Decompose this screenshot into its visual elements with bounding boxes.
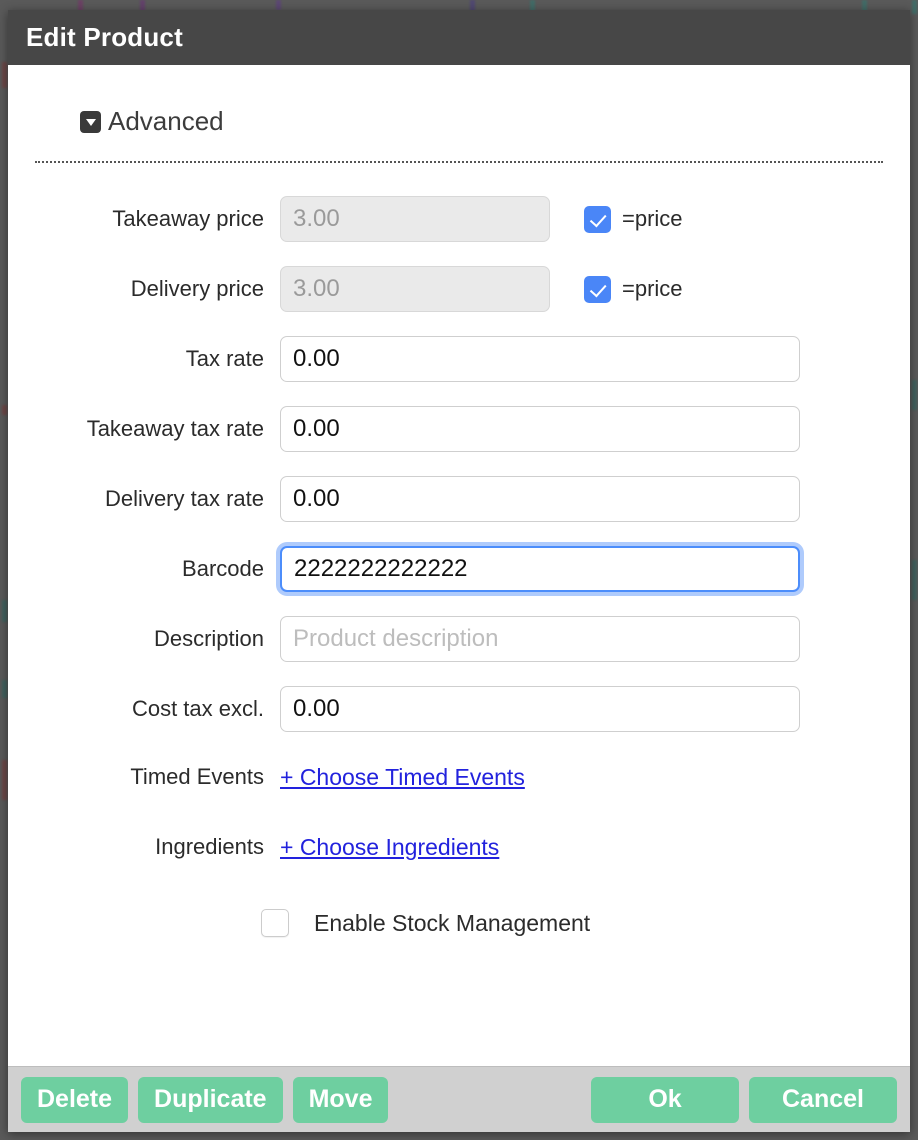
checkbox-checked-icon[interactable] xyxy=(584,205,611,233)
dialog-footer: Delete Duplicate Move Ok Cancel xyxy=(8,1066,910,1132)
duplicate-button[interactable]: Duplicate xyxy=(138,1076,283,1123)
form-row-tax-rate: Tax rate xyxy=(8,335,910,383)
takeaway-equals-price-checkbox[interactable]: =price xyxy=(584,205,683,233)
takeaway-tax-rate-input[interactable] xyxy=(280,406,800,452)
label-cost-tax-excl: Cost tax excl. xyxy=(131,696,264,721)
footer-primary-actions: Ok Cancel xyxy=(591,1076,897,1123)
edit-product-dialog: Edit Product Advanced Takeaway price =pr… xyxy=(8,10,910,1132)
dialog-titlebar: Edit Product xyxy=(8,10,910,65)
backdrop-streak xyxy=(912,560,917,600)
backdrop-streak xyxy=(2,600,7,622)
delivery-price-input[interactable] xyxy=(280,266,550,312)
dialog-title: Edit Product xyxy=(26,22,183,52)
enable-stock-management-checkbox[interactable] xyxy=(261,909,289,937)
takeaway-price-input[interactable] xyxy=(280,196,550,242)
delivery-equals-price-checkbox[interactable]: =price xyxy=(584,275,683,303)
backdrop-streak xyxy=(276,0,281,10)
form-row-takeaway-price: Takeaway price =price xyxy=(8,195,910,243)
backdrop-streak xyxy=(2,405,7,415)
enable-stock-management-label: Enable Stock Management xyxy=(314,909,591,936)
form-row-barcode: Barcode xyxy=(8,545,910,593)
advanced-section-label: Advanced xyxy=(108,106,224,136)
label-ingredients: Ingredients xyxy=(155,834,264,859)
delivery-tax-rate-input[interactable] xyxy=(280,476,800,522)
form-row-ingredients: Ingredients + Choose Ingredients xyxy=(8,825,910,869)
tax-rate-input[interactable] xyxy=(280,336,800,382)
label-delivery-tax-rate: Delivery tax rate xyxy=(105,486,264,511)
label-timed-events: Timed Events xyxy=(130,764,264,789)
backdrop-streak xyxy=(912,0,917,14)
cancel-button[interactable]: Cancel xyxy=(749,1076,897,1123)
cost-tax-excl-input[interactable] xyxy=(280,686,800,732)
takeaway-equals-price-label: =price xyxy=(622,206,683,231)
delete-button[interactable]: Delete xyxy=(21,1076,129,1123)
caret-down-icon[interactable] xyxy=(80,110,101,133)
backdrop-streak xyxy=(2,62,7,88)
section-divider xyxy=(35,161,883,163)
form-row-cost-tax-excl: Cost tax excl. xyxy=(8,685,910,733)
choose-ingredients-link[interactable]: + Choose Ingredients xyxy=(280,834,499,861)
barcode-input[interactable] xyxy=(280,546,800,592)
backdrop-streak xyxy=(2,680,7,698)
dialog-body: Advanced Takeaway price =price Delivery … xyxy=(8,65,910,1066)
label-tax-rate: Tax rate xyxy=(185,346,264,371)
label-barcode: Barcode xyxy=(182,556,264,581)
backdrop-streak xyxy=(2,760,7,800)
form-row-delivery-price: Delivery price =price xyxy=(8,265,910,313)
choose-timed-events-link[interactable]: + Choose Timed Events xyxy=(280,764,525,791)
form-row-takeaway-tax-rate: Takeaway tax rate xyxy=(8,405,910,453)
form-row-enable-stock-management: Enable Stock Management xyxy=(8,901,910,945)
checkbox-checked-icon[interactable] xyxy=(584,275,611,303)
backdrop-streak xyxy=(912,380,917,410)
move-button[interactable]: Move xyxy=(292,1076,389,1123)
label-delivery-price: Delivery price xyxy=(130,276,264,301)
form-row-description: Description xyxy=(8,615,910,663)
delivery-equals-price-label: =price xyxy=(622,276,683,301)
advanced-section-toggle[interactable]: Advanced xyxy=(80,106,910,137)
label-description: Description xyxy=(153,626,264,651)
form-row-delivery-tax-rate: Delivery tax rate xyxy=(8,475,910,523)
description-input[interactable] xyxy=(280,616,800,662)
label-takeaway-price: Takeaway price xyxy=(112,206,264,231)
form-row-timed-events: Timed Events + Choose Timed Events xyxy=(8,755,910,799)
ok-button[interactable]: Ok xyxy=(591,1076,739,1123)
product-form: Takeaway price =price Delivery price =pr… xyxy=(8,195,910,945)
label-takeaway-tax-rate: Takeaway tax rate xyxy=(86,416,264,441)
